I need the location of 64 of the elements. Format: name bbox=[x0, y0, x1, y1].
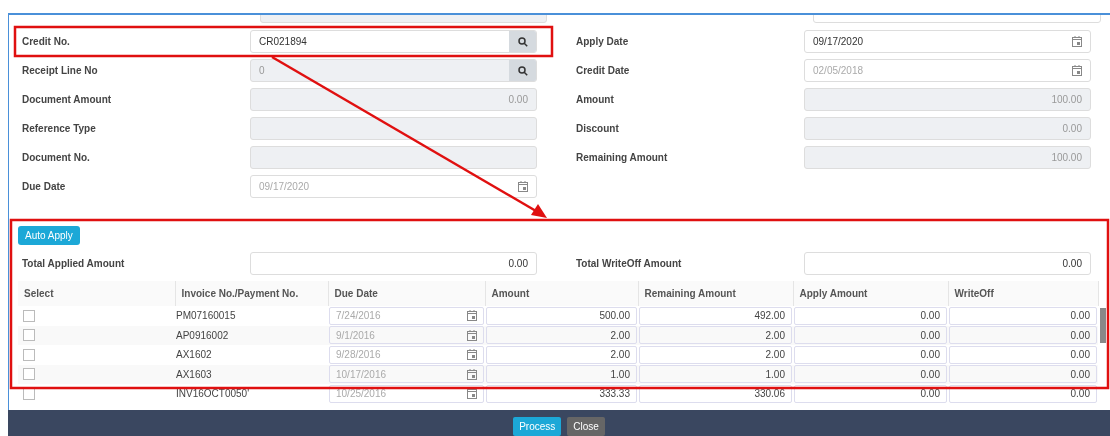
field-label: Document Amount bbox=[22, 94, 113, 105]
input-field[interactable]: 2.00 bbox=[486, 326, 637, 345]
field-label: Total WriteOff Amount bbox=[576, 257, 683, 269]
calendar-icon[interactable] bbox=[467, 310, 477, 322]
input-field[interactable]: 0.00 bbox=[794, 306, 947, 325]
checkbox[interactable] bbox=[23, 348, 35, 361]
table-cell: PM07160015 bbox=[176, 310, 236, 322]
input-field[interactable]: 0.00 bbox=[949, 306, 1097, 325]
checkbox[interactable] bbox=[23, 309, 35, 322]
column-header: WriteOff bbox=[948, 281, 1098, 306]
input-field[interactable]: 0.00 bbox=[804, 251, 1091, 275]
column-header: Select bbox=[18, 281, 175, 306]
calendar-icon[interactable] bbox=[467, 349, 477, 361]
scrollbar-thumb[interactable] bbox=[1100, 308, 1106, 343]
input-field[interactable]: 333.33 bbox=[486, 384, 637, 403]
input-field[interactable]: 0.00 bbox=[949, 384, 1097, 403]
input-field[interactable]: CR021894 bbox=[250, 30, 537, 53]
input-field[interactable]: 0.00 bbox=[949, 345, 1097, 364]
input-field[interactable]: 0.00 bbox=[949, 326, 1097, 345]
input-field[interactable]: 330.06 bbox=[639, 384, 792, 403]
field-label: Document No. bbox=[22, 152, 91, 163]
calendar-icon[interactable] bbox=[467, 329, 477, 341]
input-field[interactable]: 0.00 bbox=[794, 326, 947, 345]
field-label: Credit No. bbox=[22, 36, 71, 47]
input-field[interactable]: 0.00 bbox=[250, 251, 537, 275]
close-button[interactable]: Close bbox=[567, 416, 605, 436]
input-field[interactable]: 492.00 bbox=[639, 306, 792, 325]
input-field[interactable]: 2.00 bbox=[639, 326, 792, 345]
table-cell: AX1602 bbox=[176, 349, 212, 361]
input-field[interactable]: 500.00 bbox=[486, 306, 637, 325]
table-cell: AP0916002 bbox=[176, 329, 229, 341]
calendar-icon[interactable] bbox=[467, 388, 477, 400]
checkbox[interactable] bbox=[23, 329, 35, 342]
field-label: Total Applied Amount bbox=[22, 257, 126, 269]
column-header: Due Date bbox=[328, 281, 485, 306]
input-field[interactable]: 2.00 bbox=[639, 345, 792, 364]
field-label: Amount bbox=[576, 94, 615, 105]
input-field[interactable]: 1.00 bbox=[639, 365, 792, 384]
date-field[interactable]: 09/17/2020 bbox=[804, 30, 1091, 53]
column-header: Remaining Amount bbox=[638, 281, 793, 306]
input-field[interactable]: 0.00 bbox=[794, 345, 947, 364]
input-field[interactable]: 0.00 bbox=[794, 384, 947, 403]
input-field[interactable]: 0.00 bbox=[949, 365, 1097, 384]
field-label: Apply Date bbox=[576, 36, 630, 47]
input-field[interactable]: 1.00 bbox=[486, 365, 637, 384]
field-label: Reference Type bbox=[22, 123, 97, 134]
input-field[interactable]: 2.00 bbox=[486, 345, 637, 364]
field-label: Remaining Amount bbox=[576, 152, 669, 163]
search-icon bbox=[517, 65, 528, 76]
search-button[interactable] bbox=[509, 31, 536, 52]
column-header: Apply Amount bbox=[793, 281, 948, 306]
input-field[interactable]: 0.00 bbox=[794, 365, 947, 384]
column-header: Invoice No./Payment No. bbox=[175, 281, 328, 306]
field-label: Credit Date bbox=[576, 65, 631, 76]
search-icon bbox=[517, 36, 528, 47]
calendar-icon[interactable] bbox=[467, 368, 477, 380]
checkbox[interactable] bbox=[23, 368, 35, 381]
calendar-icon[interactable] bbox=[1072, 36, 1082, 47]
table-cell: INV16OCT0050' bbox=[176, 388, 250, 400]
table-cell: AX1603 bbox=[176, 368, 212, 380]
column-header: Amount bbox=[485, 281, 638, 306]
field-label: Due Date bbox=[22, 181, 67, 192]
field-label: Receipt Line No bbox=[22, 65, 99, 76]
field-label: Discount bbox=[576, 123, 620, 134]
